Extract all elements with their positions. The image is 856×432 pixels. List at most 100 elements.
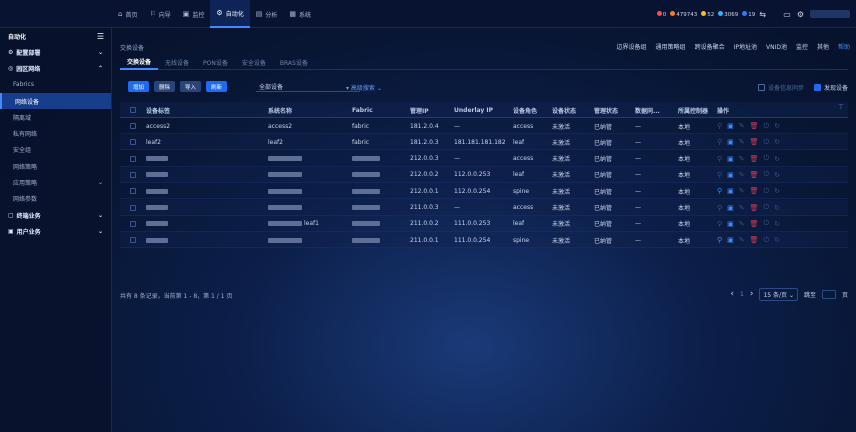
sync-row-icon[interactable]: ↻ [774,138,780,146]
top-link-4[interactable]: VNID池 [766,42,787,51]
row-checkbox[interactable] [130,151,136,167]
table-row[interactable]: 212.0.0.1 112.0.0.254 spine 未激活 已纳管 — 本地 ⚲ ▣ ✎ 🗑 ⏻ ↻ [120,183,848,200]
column-header-2[interactable]: Fabric [352,102,373,118]
edit-icon[interactable]: ✎ [739,236,745,244]
config-icon[interactable]: ▣ [727,155,734,163]
sidebar-item-10[interactable]: ▢ 终端业务 ⌄ [0,207,111,223]
delete-icon[interactable]: 🗑 [750,155,759,163]
checkbox-box[interactable] [130,220,136,227]
sync-row-icon[interactable]: ↻ [774,236,780,244]
power-icon[interactable]: ⏻ [764,219,770,228]
power-icon[interactable]: ⏻ [764,170,770,179]
table-row[interactable]: 211.0.0.3 — access 未激活 已纳管 — 本地 ⚲ ▣ ✎ 🗑 ⏻ ↻ [120,199,848,216]
monitor-icon[interactable]: ▭ [783,10,791,19]
row-checkbox[interactable] [130,118,136,134]
power-icon[interactable]: ⏻ [764,154,770,163]
sidebar-item-4[interactable]: 隔离域 [0,109,111,125]
table-row[interactable]: leaf1 211.0.0.2 111.0.0.253 leaf 未激活 已纳管 — 本地 ⚲ ▣… [120,216,848,232]
config-icon[interactable]: ▣ [727,220,734,228]
delete-icon[interactable]: 🗑 [750,204,759,212]
detail-icon[interactable]: ⚲ [717,138,722,146]
detail-icon[interactable]: ⚲ [717,204,722,212]
alarm-status-bar[interactable]: 0 479743 52 3069 19 ⇆ [656,0,766,28]
checkbox-box[interactable] [130,155,136,162]
table-row[interactable]: 212.0.0.3 — access 未激活 已纳管 — 本地 ⚲ ▣ ✎ 🗑 ⏻ ↻ [120,151,848,167]
delete-icon[interactable]: 🗑 [750,236,759,244]
sidebar-item-7[interactable]: 网络策略 [0,158,111,174]
delete-icon[interactable]: 🗑 [750,187,759,195]
sidebar-item-0[interactable]: ⚙ 配置部署 ⌄ [0,44,111,60]
status-count-1[interactable]: 479743 [670,10,697,18]
tab-3[interactable]: 安全设备 [235,54,273,70]
edit-icon[interactable]: ✎ [739,122,745,130]
column-header-9[interactable]: 所属控制器 [678,102,708,118]
table-row[interactable]: access2 access2 fabric 181.2.0.4 — access 未激活 已… [120,118,848,134]
edit-icon[interactable]: ✎ [739,155,745,163]
top-link-1[interactable]: 通用策略组 [656,42,686,51]
column-header-5[interactable]: 设备角色 [513,102,537,118]
add-button[interactable]: 增加 [128,81,150,92]
delete-icon[interactable]: 🗑 [750,171,759,179]
tab-1[interactable]: 无线设备 [158,54,196,70]
sync-device-info-button[interactable]: 设备信息同步 [757,83,804,92]
sync-row-icon[interactable]: ↻ [774,171,780,179]
page-size-select[interactable]: 15 条/页 ⌄ [759,287,798,301]
checkbox-box[interactable] [130,107,136,113]
next-page-button[interactable]: › [750,289,754,299]
detail-icon[interactable]: ⚲ [717,171,722,179]
edit-icon[interactable]: ✎ [739,138,745,146]
table-row[interactable]: 212.0.0.2 112.0.0.253 leaf 未激活 已纳管 — 本地 ⚲ ▣ ✎ 🗑 ⏻ ↻ [120,166,848,183]
config-icon[interactable]: ▣ [727,204,734,212]
top-nav-item-2[interactable]: ▣ 监控 [177,0,211,28]
edit-icon[interactable]: ✎ [739,187,745,195]
top-nav-item-0[interactable]: ⌂ 首页 [112,0,143,28]
top-link-6[interactable]: 其他 [817,42,829,51]
edit-icon[interactable]: ✎ [739,171,745,179]
power-icon[interactable]: ⏻ [764,236,770,245]
row-checkbox[interactable] [130,167,136,183]
delete-icon[interactable]: 🗑 [750,138,759,146]
checkbox-box[interactable] [130,123,136,129]
top-link-7[interactable]: 帮助 [838,42,850,51]
page-number[interactable]: 1 [740,291,744,298]
delete-icon[interactable]: 🗑 [750,122,759,130]
import-button[interactable]: 导入 [180,81,202,92]
config-icon[interactable]: ▣ [727,187,734,195]
sidebar-item-6[interactable]: 安全组 [0,142,111,158]
share-icon[interactable]: ⇆ [759,10,766,19]
tab-0[interactable]: 交换设备 [120,54,159,70]
row-checkbox[interactable] [130,232,136,248]
top-nav-item-3[interactable]: ⚙ 自动化 [210,0,250,28]
row-checkbox[interactable] [130,134,136,150]
tab-4[interactable]: BRAS设备 [273,54,315,70]
collapse-menu-icon[interactable]: ☰ [97,32,104,41]
advanced-search-link[interactable]: ▾ 高级搜索 ⌄ [346,83,382,92]
goto-page-input[interactable] [821,289,836,299]
detail-icon[interactable]: ⚲ [717,220,722,228]
edit-icon[interactable]: ✎ [739,220,745,228]
power-icon[interactable]: ⏻ [764,122,770,131]
row-checkbox[interactable] [130,216,136,232]
sidebar-item-1[interactable]: ◎ 园区网络 ⌃ [0,60,111,76]
detail-icon[interactable]: ⚲ [717,155,722,163]
sync-row-icon[interactable]: ↻ [774,155,780,163]
delete-icon[interactable]: 🗑 [750,220,759,228]
status-count-0[interactable]: 0 [656,10,666,18]
sidebar-item-2[interactable]: Fabrics [0,77,111,93]
detail-icon[interactable]: ⚲ [717,122,722,130]
sync-row-icon[interactable]: ↻ [774,187,780,195]
column-header-4[interactable]: Underlay IP [454,102,493,118]
column-header-8[interactable]: 数据同... [635,102,660,118]
checkbox-box[interactable] [130,188,136,195]
table-row[interactable]: 211.0.0.1 111.0.0.254 spine 未激活 已纳管 — 本地 ⚲ ▣ ✎ 🗑 ⏻ ↻ [120,232,848,249]
sidebar-item-3[interactable]: 网络设备 [0,92,111,110]
detail-icon[interactable]: ⚲ [717,236,722,244]
sidebar-item-8[interactable]: 应用策略 ⌄ [0,174,111,190]
row-checkbox[interactable] [130,183,136,199]
status-count-2[interactable]: 52 [701,10,714,18]
config-icon[interactable]: ▣ [727,122,734,130]
top-link-3[interactable]: IP地址池 [734,42,757,51]
prev-page-button[interactable]: ‹ [730,289,734,299]
checkbox-box[interactable] [130,139,136,146]
column-header-7[interactable]: 管理状态 [594,102,618,118]
